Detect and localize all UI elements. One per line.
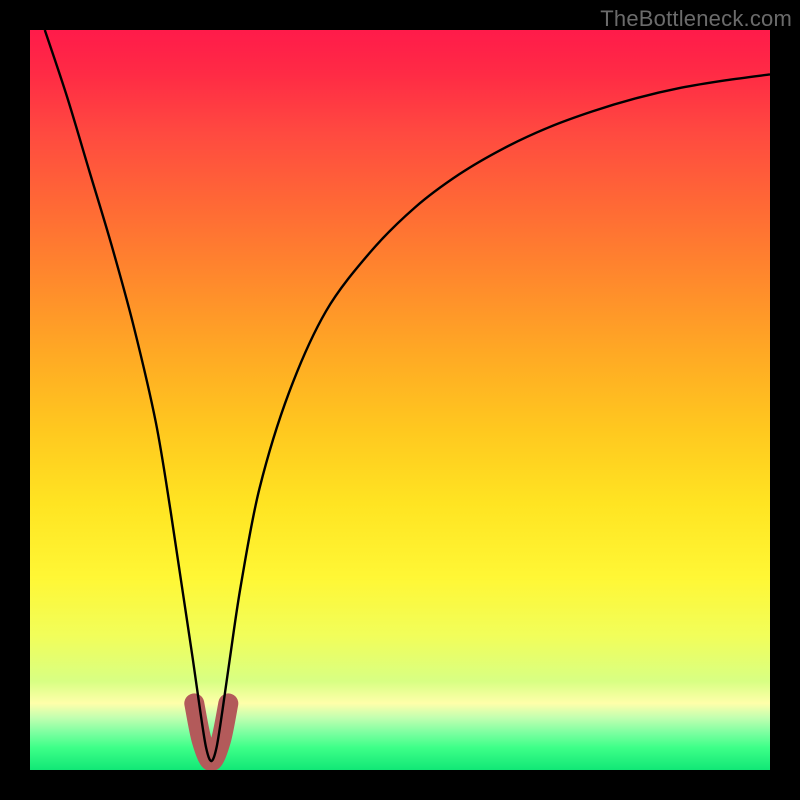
chart-frame: TheBottleneck.com	[0, 0, 800, 800]
plot-area	[30, 30, 770, 770]
bottleneck-curve	[45, 30, 770, 761]
curve-layer	[30, 30, 770, 770]
watermark-text: TheBottleneck.com	[600, 6, 792, 32]
